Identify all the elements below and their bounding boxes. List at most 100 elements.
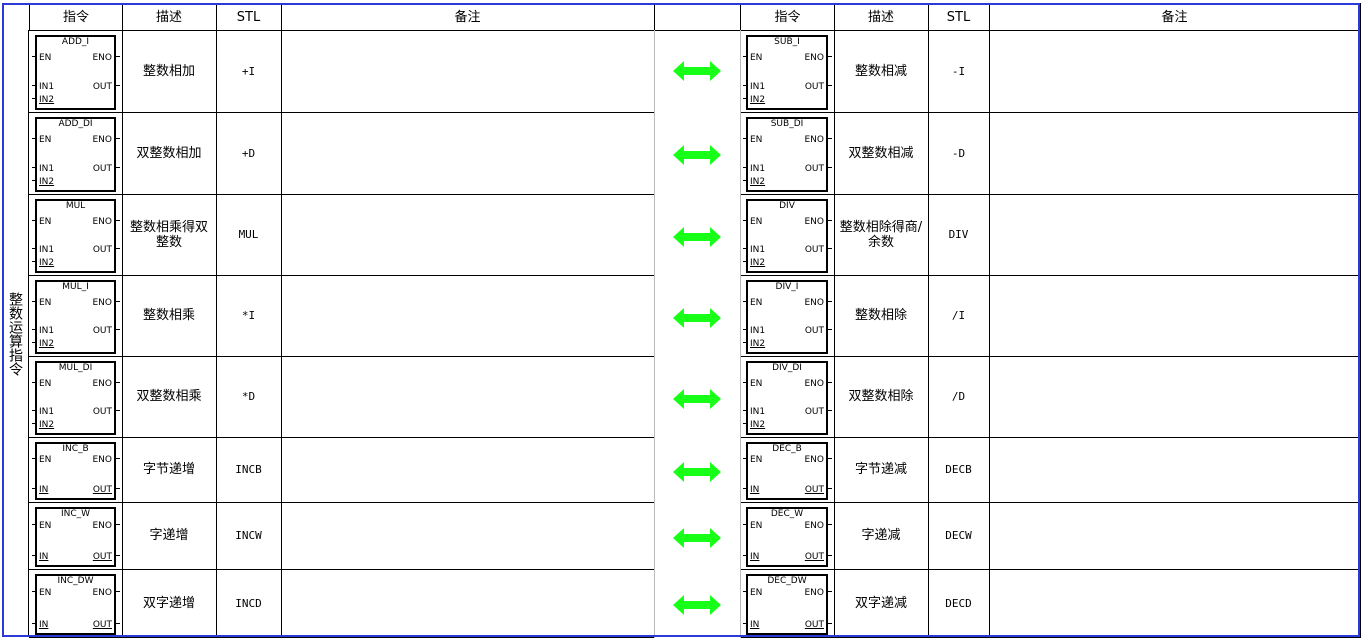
output-pin: OUT	[92, 326, 112, 336]
desc-cell: 整数相乘	[122, 275, 217, 357]
output-pin: ENO	[92, 588, 112, 598]
input-wire	[743, 138, 747, 139]
input-pin: EN	[39, 379, 52, 389]
input-pin: EN	[750, 588, 763, 598]
output-pin: ENO	[92, 53, 112, 63]
ladder-box: INC_B EN IN ENO OUT	[35, 442, 116, 500]
ladder-box: MUL_DI EN IN1 IN2 ENO OUT	[35, 361, 116, 435]
note-cell	[281, 356, 655, 438]
ladder-box: INC_W EN IN ENO OUT	[35, 507, 116, 567]
input-pin: EN	[39, 135, 52, 145]
input-pin: EN	[39, 217, 52, 227]
right-note-cell	[989, 112, 1361, 195]
input-wire	[32, 410, 36, 411]
input-pin: EN	[750, 521, 763, 531]
ladder-box: ADD_DI EN IN1 IN2 ENO OUT	[35, 117, 116, 192]
output-pin: OUT	[804, 245, 824, 255]
output-pin: ENO	[92, 217, 112, 227]
input-wire	[743, 301, 747, 302]
category-label-cell: 整数运算指令	[2, 30, 29, 637]
header-stl: STL	[216, 3, 282, 31]
input-wire	[32, 382, 36, 383]
ladder-block: INC_DW EN IN ENO OUT	[32, 572, 120, 636]
output-wire	[116, 488, 120, 489]
input-wire	[32, 220, 36, 221]
input-wire	[743, 342, 747, 343]
bidirectional-arrow-icon	[673, 595, 721, 615]
input-wire	[32, 555, 36, 556]
input-pin: IN	[750, 620, 760, 630]
input-pin: EN	[750, 455, 763, 465]
instruction-table: 整数运算指令 指令 指令 描述 描述 STL STL 备注 备注 整数相加 +I ADD_I EN IN…	[0, 0, 1362, 640]
output-wire	[116, 85, 120, 86]
header-note: 备注	[281, 3, 655, 31]
output-pin: ENO	[804, 135, 824, 145]
ladder-box: DIV_DI EN IN1 IN2 ENO OUT	[746, 361, 828, 435]
block-name: MUL	[65, 201, 86, 211]
header-right-desc: 描述	[834, 3, 929, 31]
header-right-stl: STL	[928, 3, 990, 31]
category-label: 整数运算指令	[7, 291, 23, 376]
stl-cell: INCD	[216, 569, 282, 638]
output-pin: ENO	[804, 379, 824, 389]
right-stl-cell: /D	[928, 356, 990, 438]
input-wire	[32, 423, 36, 424]
output-pin: ENO	[92, 521, 112, 531]
ladder-block: DEC_DW EN IN ENO OUT	[743, 572, 832, 636]
desc-cell: 双整数相乘	[122, 356, 217, 438]
output-wire	[828, 410, 832, 411]
input-pin: IN1	[39, 245, 55, 255]
output-wire	[828, 248, 832, 249]
input-pin: IN1	[750, 164, 766, 174]
ladder-block: MUL_I EN IN1 IN2 ENO OUT	[32, 278, 120, 355]
output-pin: OUT	[92, 245, 112, 255]
output-wire	[116, 56, 120, 57]
input-pin: IN2	[750, 177, 766, 187]
block-name: INC_DW	[57, 576, 94, 586]
input-pin: IN2	[39, 420, 55, 430]
output-wire	[116, 301, 120, 302]
input-pin: IN2	[750, 258, 766, 268]
output-pin: OUT	[804, 407, 824, 417]
output-wire	[828, 329, 832, 330]
input-pin: EN	[750, 217, 763, 227]
block-name: INC_W	[60, 509, 91, 519]
output-pin: OUT	[92, 485, 112, 495]
output-pin: OUT	[804, 326, 824, 336]
ladder-block: DEC_B EN IN ENO OUT	[743, 440, 832, 501]
output-wire	[828, 301, 832, 302]
block-name: DIV_I	[775, 282, 799, 292]
note-cell	[281, 502, 655, 570]
input-wire	[32, 591, 36, 592]
ladder-box: DIV EN IN1 IN2 ENO OUT	[746, 199, 828, 273]
input-pin: EN	[750, 135, 763, 145]
right-stl-cell: /I	[928, 275, 990, 357]
input-wire	[32, 342, 36, 343]
output-pin: OUT	[804, 552, 824, 562]
output-wire	[116, 591, 120, 592]
input-pin: EN	[39, 298, 52, 308]
output-wire	[116, 623, 120, 624]
ladder-box: INC_DW EN IN ENO OUT	[35, 574, 116, 635]
ladder-block: MUL_DI EN IN1 IN2 ENO OUT	[32, 359, 120, 436]
note-cell	[281, 275, 655, 357]
desc-cell: 字递增	[122, 502, 217, 570]
output-wire	[116, 329, 120, 330]
ladder-box: DEC_B EN IN ENO OUT	[746, 442, 828, 500]
input-wire	[743, 488, 747, 489]
block-name: INC_B	[62, 444, 89, 454]
stl-cell: *D	[216, 356, 282, 438]
right-stl-cell: DIV	[928, 194, 990, 276]
desc-cell: 双整数相加	[122, 112, 217, 195]
output-pin: ENO	[92, 298, 112, 308]
right-stl-cell: DECW	[928, 502, 990, 570]
block-name: DIV_DI	[772, 363, 802, 373]
right-note-cell	[989, 356, 1361, 438]
ladder-box: DIV_I EN IN1 IN2 ENO OUT	[746, 280, 828, 354]
input-pin: EN	[750, 298, 763, 308]
input-wire	[32, 458, 36, 459]
input-pin: IN1	[750, 245, 766, 255]
output-pin: ENO	[92, 135, 112, 145]
stl-cell: +D	[216, 112, 282, 195]
ladder-box: DEC_DW EN IN ENO OUT	[746, 574, 828, 635]
